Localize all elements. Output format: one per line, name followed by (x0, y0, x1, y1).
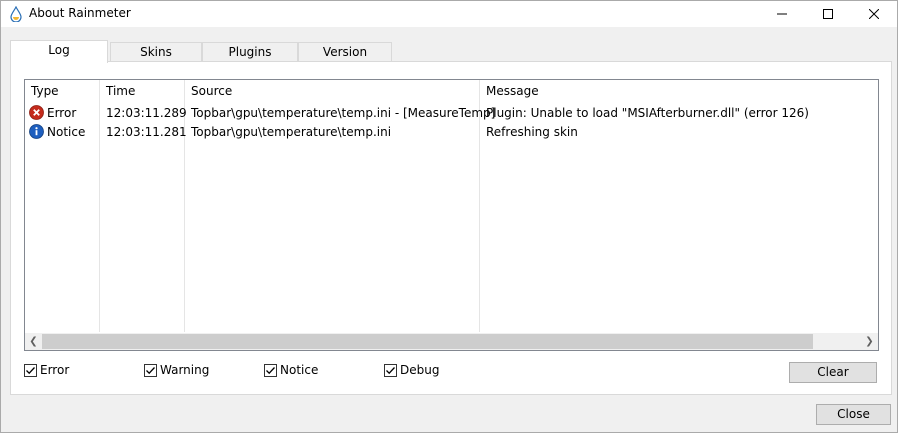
tab-version[interactable]: Version (298, 42, 392, 62)
close-window-button[interactable] (851, 1, 897, 27)
checkbox-checked-icon (264, 363, 277, 377)
column-header-time[interactable]: Time (106, 84, 135, 98)
log-time: 12:03:11.289 (106, 106, 187, 120)
filter-label: Notice (280, 363, 319, 377)
column-header-type[interactable]: Type (31, 84, 59, 98)
log-row[interactable]: Error 12:03:11.289 Topbar\gpu\temperatur… (25, 104, 878, 123)
log-list[interactable]: Type Time Source Message Error 12:03:11.… (24, 79, 879, 351)
log-message: Plugin: Unable to load "MSIAfterburner.d… (486, 106, 809, 120)
scrollbar-thumb[interactable] (42, 334, 813, 349)
minimize-icon (777, 13, 787, 15)
horizontal-scrollbar[interactable]: ❮ ❯ (25, 333, 878, 350)
checkbox-checked-icon (24, 363, 37, 377)
close-button[interactable]: Close (816, 404, 891, 425)
filter-error-checkbox[interactable]: Error (24, 362, 69, 378)
filter-label: Warning (160, 363, 210, 377)
minimize-button[interactable] (759, 1, 805, 27)
filter-warning-checkbox[interactable]: Warning (144, 362, 209, 378)
tab-skins[interactable]: Skins (110, 42, 202, 62)
filter-label: Debug (400, 363, 440, 377)
scroll-left-icon[interactable]: ❮ (25, 333, 42, 350)
log-tab-panel: Type Time Source Message Error 12:03:11.… (10, 61, 892, 395)
column-header-source[interactable]: Source (191, 84, 232, 98)
clear-button[interactable]: Clear (789, 362, 877, 383)
log-row[interactable]: Notice 12:03:11.281 Topbar\gpu\temperatu… (25, 123, 878, 142)
about-rainmeter-window: About Rainmeter Log Skins Plugins Versio… (0, 0, 898, 433)
log-time: 12:03:11.281 (106, 125, 187, 139)
close-icon (869, 9, 879, 19)
scroll-right-icon[interactable]: ❯ (861, 333, 878, 350)
checkbox-checked-icon (144, 363, 157, 377)
filter-notice-checkbox[interactable]: Notice (264, 362, 318, 378)
checkbox-checked-icon (384, 363, 397, 377)
log-message: Refreshing skin (486, 125, 578, 139)
tab-plugins[interactable]: Plugins (202, 42, 298, 62)
log-type: Notice (47, 125, 86, 139)
error-icon (29, 105, 44, 120)
rainmeter-drop-icon (9, 5, 23, 23)
filter-label: Error (40, 363, 70, 377)
info-icon (29, 124, 44, 139)
title-bar: About Rainmeter (1, 1, 897, 27)
filter-debug-checkbox[interactable]: Debug (384, 362, 439, 378)
maximize-icon (823, 9, 833, 19)
window-title: About Rainmeter (29, 6, 131, 20)
maximize-button[interactable] (805, 1, 851, 27)
log-type: Error (47, 106, 77, 120)
tab-log[interactable]: Log (10, 40, 108, 63)
log-source: Topbar\gpu\temperature\temp.ini - [Measu… (191, 106, 496, 120)
log-source: Topbar\gpu\temperature\temp.ini (191, 125, 392, 139)
column-header-message[interactable]: Message (486, 84, 539, 98)
